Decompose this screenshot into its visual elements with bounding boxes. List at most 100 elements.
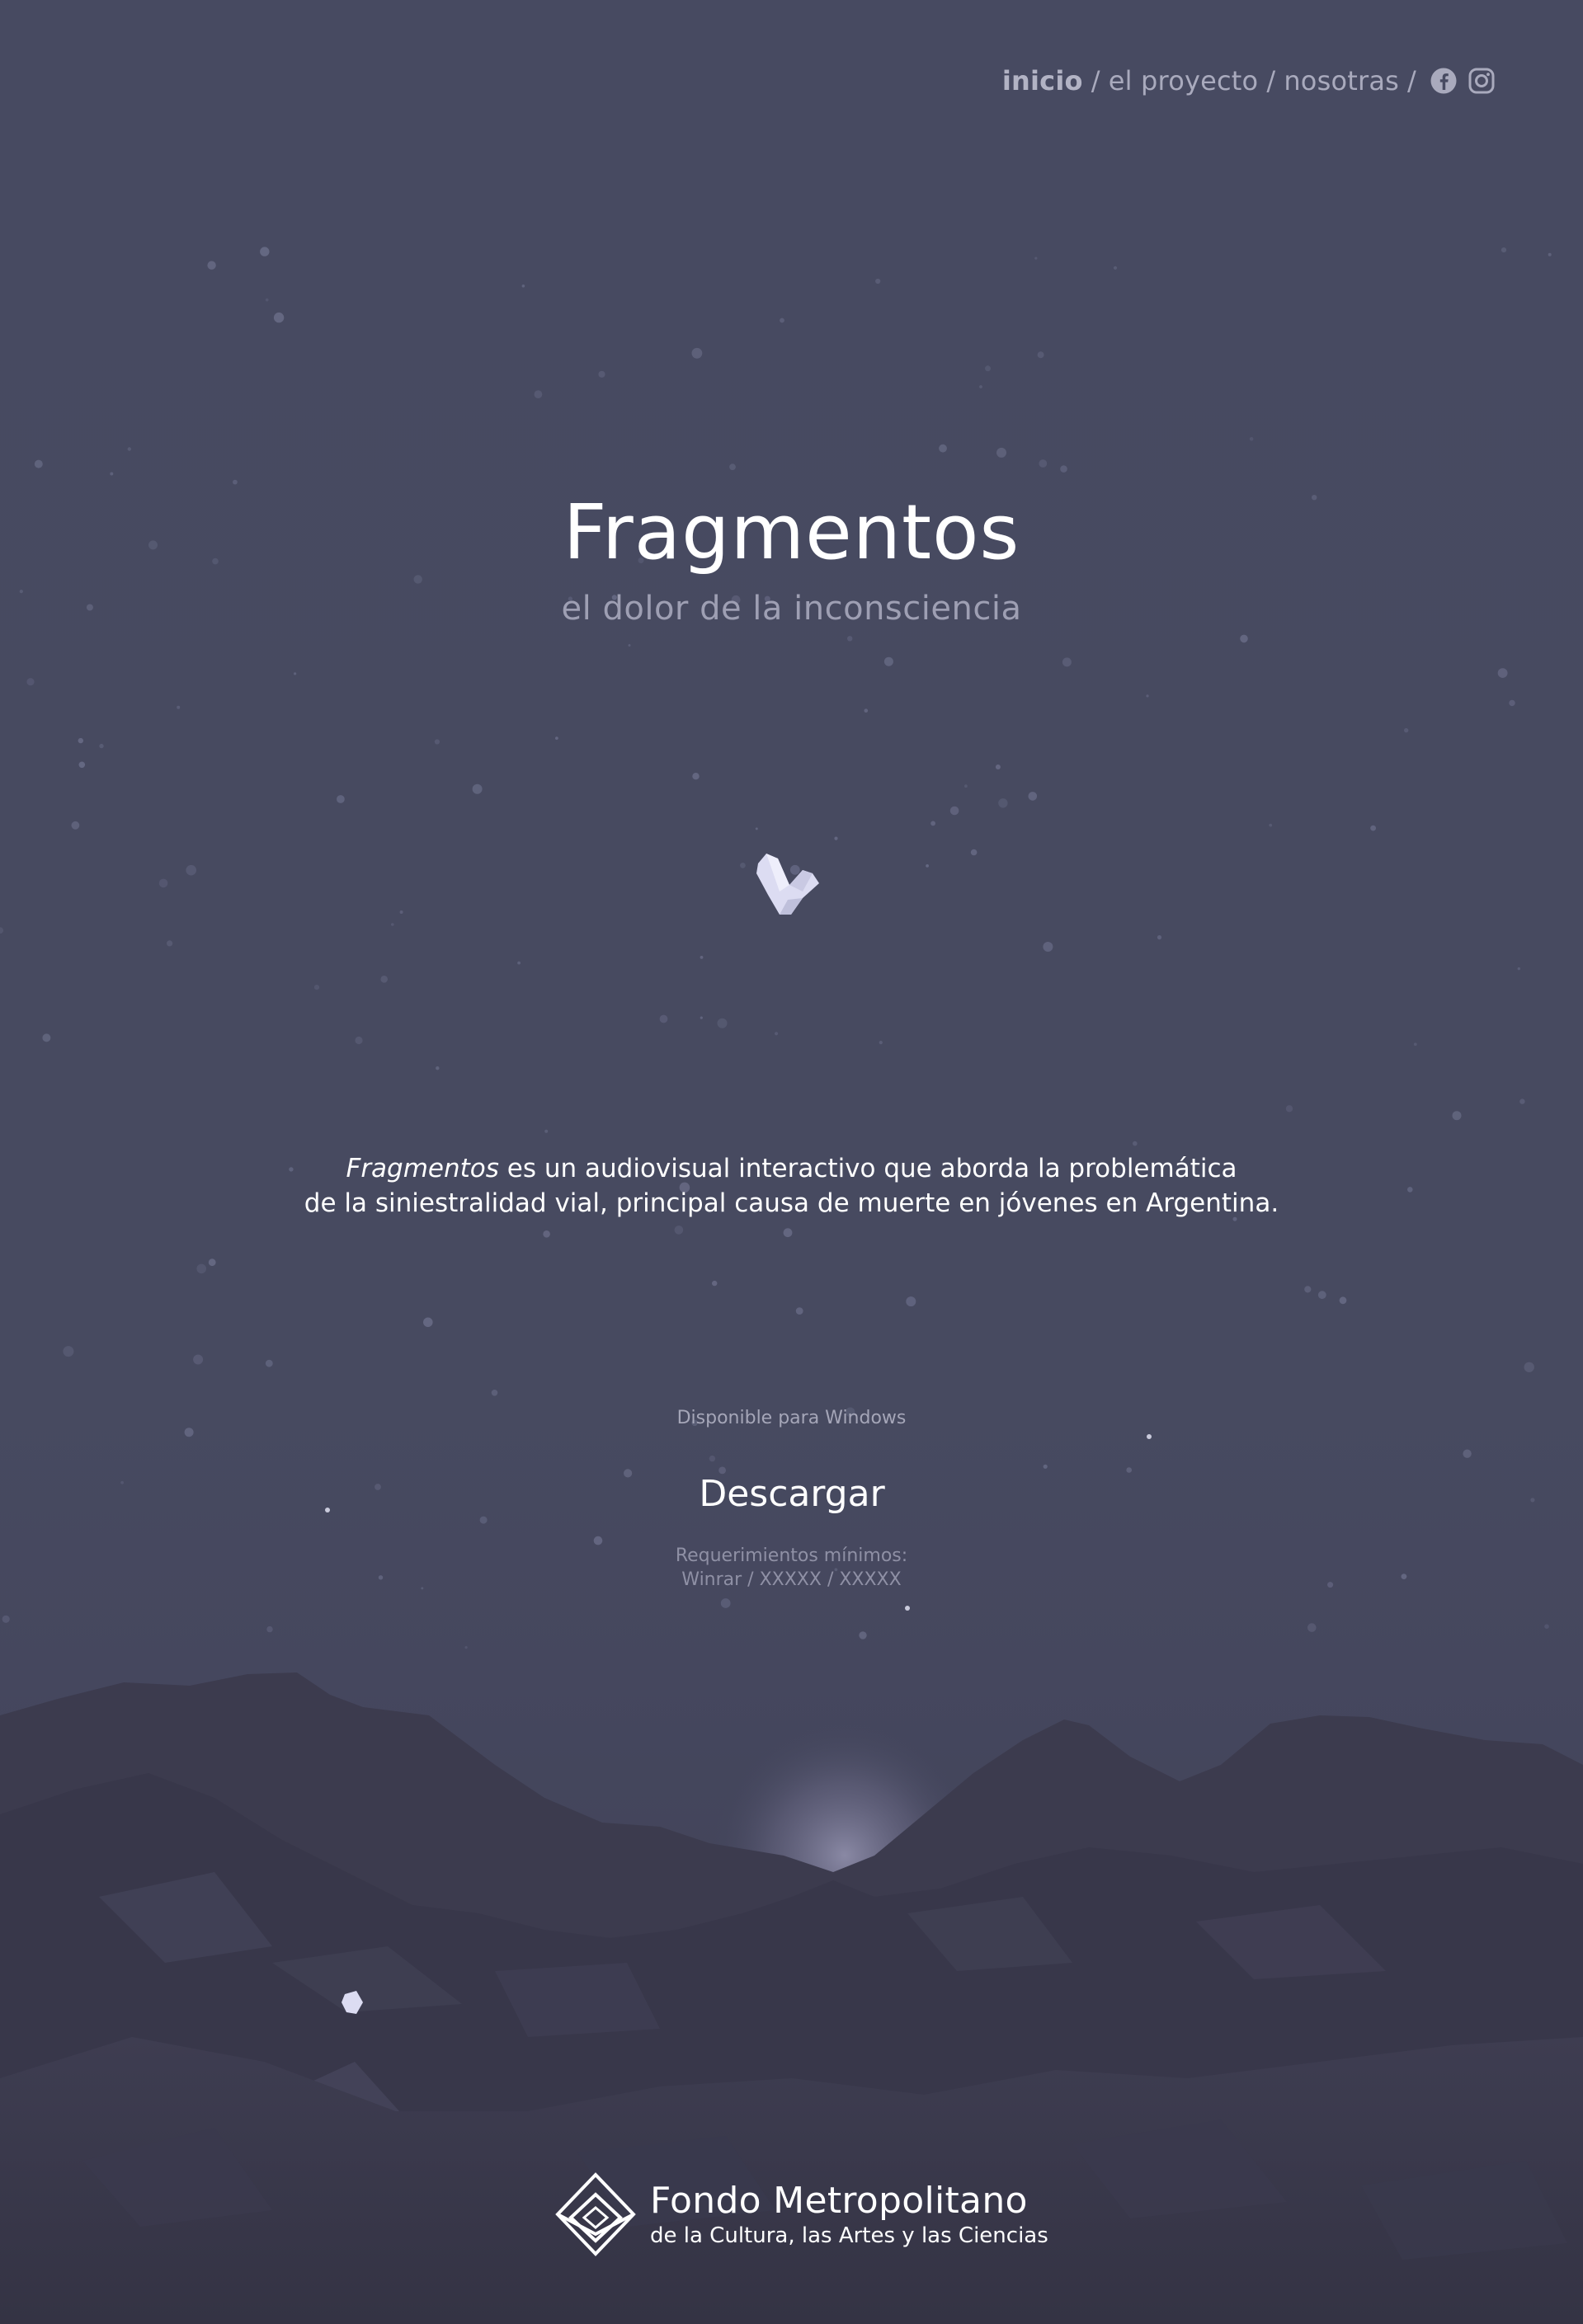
crystal-icon [756, 854, 819, 915]
star [1413, 1042, 1417, 1047]
star [63, 1346, 74, 1357]
star [624, 1469, 633, 1478]
nav-item-nosotras[interactable]: nosotras [1284, 65, 1399, 96]
star [930, 821, 935, 826]
star [380, 976, 389, 983]
footer-logo-text: Fondo Metropolitano de la Cultura, las A… [650, 2180, 1048, 2249]
star [709, 1455, 716, 1462]
description-title: Fragmentos [346, 1154, 499, 1183]
star [266, 1625, 273, 1633]
instagram-icon[interactable] [1468, 67, 1496, 95]
star [1452, 1111, 1462, 1121]
star [1060, 465, 1067, 473]
star [783, 1228, 793, 1238]
star [313, 985, 320, 990]
social-links [1430, 67, 1496, 95]
star [834, 836, 838, 840]
star [207, 261, 216, 270]
star [995, 764, 1001, 769]
page-subtitle: el dolor de la inconsciencia [561, 590, 1022, 628]
description-line-1: Fragmentos es un audiovisual interactivo… [0, 1151, 1583, 1186]
star [184, 1428, 194, 1437]
star [110, 472, 114, 476]
star [120, 1480, 125, 1484]
star [996, 447, 1006, 458]
star [949, 806, 959, 816]
star [598, 370, 605, 378]
star [795, 1307, 803, 1315]
star [879, 1041, 883, 1045]
star [628, 644, 631, 647]
star [42, 1033, 51, 1042]
star [177, 705, 181, 709]
star [1113, 266, 1118, 270]
star [434, 739, 441, 745]
star [99, 743, 104, 749]
star [375, 1484, 381, 1490]
star [875, 278, 881, 285]
star [1339, 1296, 1347, 1305]
star [391, 923, 394, 926]
star [1544, 1624, 1549, 1629]
download-button[interactable]: Descargar [667, 1466, 916, 1521]
star [294, 672, 297, 675]
footer-logo[interactable]: Fondo Metropolitano de la Cultura, las A… [554, 2169, 1049, 2260]
star [1157, 935, 1162, 940]
star [1530, 1498, 1535, 1503]
nav-item-inicio[interactable]: inicio [1002, 65, 1083, 96]
star [1509, 699, 1515, 707]
star [355, 1036, 363, 1045]
star [1034, 256, 1038, 260]
star [998, 798, 1008, 808]
facebook-icon[interactable] [1430, 67, 1458, 95]
star [158, 878, 168, 888]
description-text: es un audiovisual interactivo que aborda… [498, 1154, 1237, 1183]
star [265, 298, 269, 302]
star [729, 463, 736, 471]
star [926, 864, 929, 868]
nav-separator: / [1266, 65, 1276, 96]
star [1126, 1467, 1132, 1473]
star [712, 1280, 718, 1287]
star [1501, 247, 1507, 253]
star [543, 1230, 550, 1238]
star [208, 1258, 216, 1267]
star [847, 636, 853, 642]
star [260, 247, 270, 256]
requirements-title: Requerimientos mínimos: [675, 1545, 908, 1566]
star [1463, 1449, 1472, 1458]
star [127, 447, 131, 451]
star [939, 444, 947, 453]
star [691, 347, 703, 359]
star [1043, 1464, 1048, 1469]
star [1285, 1105, 1293, 1113]
star [979, 385, 982, 388]
description-line-2: de la siniestralidad vial, principal cau… [304, 1188, 1279, 1218]
project-description: Fragmentos es un audiovisual interactivo… [0, 1151, 1583, 1221]
star [233, 479, 238, 485]
footer-logo-name: Fondo Metropolitano [650, 2180, 1028, 2222]
star [864, 708, 869, 713]
star [325, 1508, 330, 1512]
star [775, 1032, 779, 1036]
star [521, 285, 525, 288]
star [883, 656, 893, 666]
star [491, 1390, 498, 1396]
star [717, 1018, 728, 1028]
star [534, 390, 543, 398]
star [1524, 1362, 1534, 1373]
star [1269, 823, 1273, 827]
star [692, 773, 700, 780]
page-title: Fragmentos [563, 488, 1020, 576]
star [1317, 1291, 1326, 1300]
page: inicio / el proyecto / nosotras / Fragme… [0, 0, 1583, 2324]
star [26, 678, 35, 686]
nav-item-el-proyecto[interactable]: el proyecto [1109, 65, 1259, 96]
star [1146, 694, 1149, 698]
star [780, 318, 784, 323]
star [740, 863, 746, 868]
top-navigation: inicio / el proyecto / nosotras / [1002, 63, 1496, 99]
star [464, 1646, 468, 1649]
star [1039, 459, 1048, 468]
star [964, 784, 968, 788]
